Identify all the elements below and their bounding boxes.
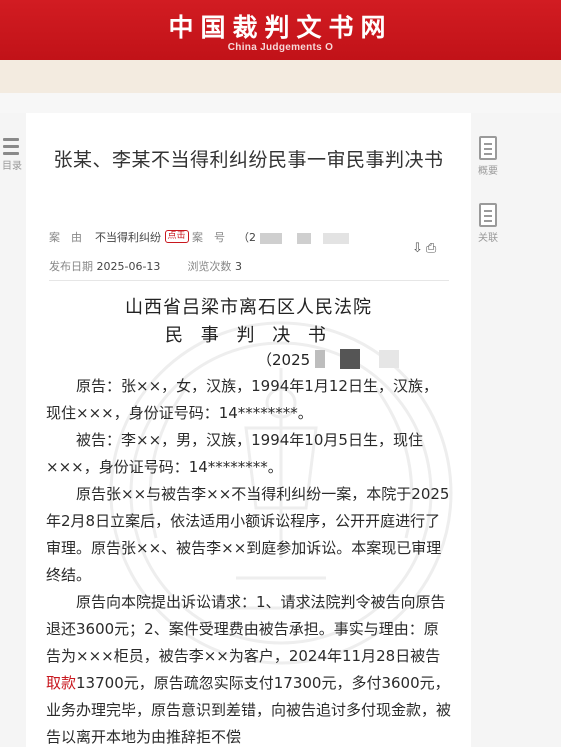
redaction-block xyxy=(297,232,312,244)
meta-row-cause: 案 由 不当得利纠纷 点击 案 号 （2 xyxy=(49,229,469,249)
header-gap xyxy=(0,93,561,113)
redaction-block xyxy=(314,350,325,368)
document-summary-icon xyxy=(479,136,497,160)
print-icon[interactable]: ⎙ xyxy=(426,241,439,256)
party-defendant-paragraph: 被告：李××，男，汉族，1994年10月5日生，现住×××，身份证号码：14**… xyxy=(46,431,423,476)
related-button[interactable]: 关联 xyxy=(474,203,502,244)
document-panel: 张某、李某不当得利纠纷民事一审民事判决书 案 由 不当得利纠纷 点击 案 号 （… xyxy=(26,113,471,747)
header-subband xyxy=(0,60,561,93)
view-count-label: 浏览次数 xyxy=(187,260,232,273)
case-number-text: （2025 xyxy=(257,351,311,369)
redaction-block xyxy=(259,232,282,244)
meta-row-publish: 发布日期 2025-06-13 浏览次数 3 xyxy=(49,258,469,278)
view-count-value: 3 xyxy=(234,260,242,273)
page: 中国裁判文书网 China Judgements O 目录 概要 关联 张某、李… xyxy=(0,0,561,747)
download-icon[interactable]: ⇩ xyxy=(412,241,426,256)
related-label: 关联 xyxy=(478,233,498,244)
claims-text: 原告向本院提出诉讼请求：1、请求法院判令被告向原告退还3600元；2、案件受理费… xyxy=(46,593,446,665)
case-intro-paragraph: 原告张××与被告李××不当得利纠纷一案，本院于2025年2月8日立案后，依法适用… xyxy=(46,485,450,584)
party-plaintiff-paragraph: 原告：张××，女，汉族，1994年1月12日生，汉族，现住×××，身份证号码：1… xyxy=(46,377,438,422)
site-title[interactable]: 中国裁判文书网 xyxy=(0,8,561,44)
cause-click-tag[interactable]: 点击 xyxy=(164,230,189,243)
case-number: （2025 xyxy=(257,349,399,370)
cause-label: 案 由 xyxy=(49,231,82,244)
publish-date-label: 发布日期 xyxy=(49,260,93,273)
cause-value: 不当得利纠纷 xyxy=(95,231,161,244)
meta-divider xyxy=(49,280,449,281)
redaction-block xyxy=(322,232,349,244)
document-tools: ⇩⎙ xyxy=(412,241,439,256)
summary-button[interactable]: 概要 xyxy=(474,136,502,177)
document-related-icon xyxy=(479,203,497,227)
highlighted-term: 取款 xyxy=(46,674,77,692)
toc-button[interactable]: 目录 xyxy=(0,138,24,172)
redaction-block xyxy=(378,350,399,368)
case-number-label: 案 号 xyxy=(192,231,226,244)
claims-paragraph: 原告向本院提出诉讼请求：1、请求法院判令被告向原告退还3600元；2、案件受理费… xyxy=(46,589,451,747)
judgment-body: 原告：张××，女，汉族，1994年1月12日生，汉族，现住×××，身份证号码：1… xyxy=(46,373,451,747)
document-title: 张某、李某不当得利纠纷民事一审民事判决书 xyxy=(53,149,444,171)
summary-label: 概要 xyxy=(478,166,498,177)
menu-icon xyxy=(3,138,19,155)
toc-label: 目录 xyxy=(2,161,22,172)
publish-date-value: 2025-06-13 xyxy=(96,260,161,273)
site-header: 中国裁判文书网 China Judgements O xyxy=(0,0,561,60)
claims-text-continued: 13700元，原告疏忽实际支付17300元，多付3600元，业务办理完毕，原告意… xyxy=(46,674,452,746)
case-number-value: （2 xyxy=(238,231,257,244)
document-type: 民 事 判 决 书 xyxy=(165,325,332,346)
site-subtitle: China Judgements O xyxy=(227,42,334,53)
redaction-block xyxy=(339,349,360,369)
court-name: 山西省吕梁市离石区人民法院 xyxy=(125,297,372,318)
